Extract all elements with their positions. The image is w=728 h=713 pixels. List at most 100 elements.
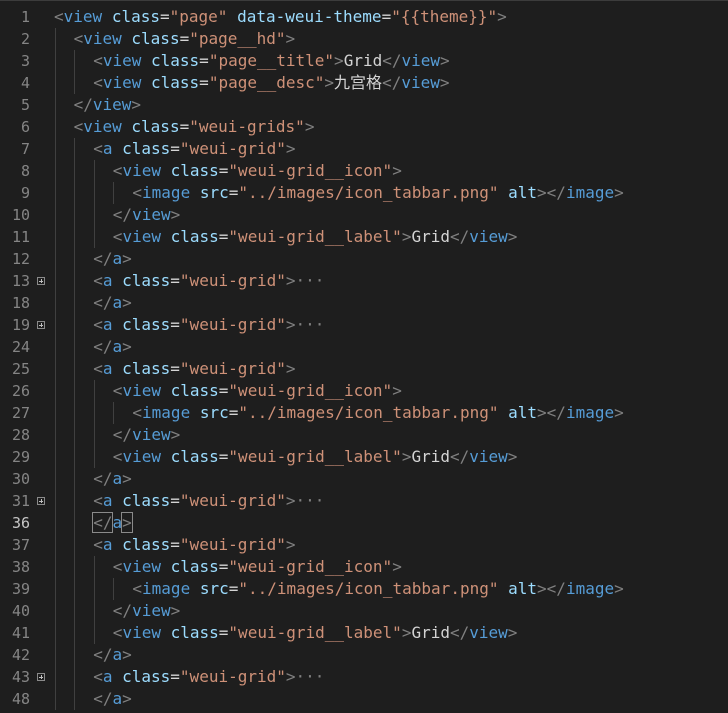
- syntax-punctuation: ></: [537, 183, 566, 202]
- syntax-punctuation: >: [497, 7, 507, 26]
- code-line[interactable]: 4 <view class="page__desc">九宫格</view>: [0, 72, 728, 94]
- syntax-punctuation: <: [132, 579, 143, 598]
- code-line[interactable]: 3 <view class="page__title">Grid</view>: [0, 50, 728, 72]
- code-line[interactable]: 42 </a>: [0, 644, 728, 666]
- text-content: =: [218, 623, 229, 642]
- code-line[interactable]: 6 <view class="weui-grids">: [0, 116, 728, 138]
- code-text[interactable]: <a class="weui-grid">···: [93, 270, 324, 292]
- code-text[interactable]: </a>: [93, 248, 132, 270]
- fold-expand-icon[interactable]: [37, 673, 45, 681]
- indent-guide: [54, 116, 56, 138]
- syntax-punctuation: <: [93, 315, 103, 334]
- code-text[interactable]: <image src="../images/icon_tabbar.png" a…: [132, 402, 623, 424]
- syntax-punctuation: </: [93, 249, 113, 268]
- attribute-name: data-weui-theme: [237, 7, 382, 26]
- code-text[interactable]: <a class="weui-grid">: [93, 358, 295, 380]
- code-text[interactable]: <view class="weui-grid__icon">: [113, 160, 402, 182]
- code-text[interactable]: <image src="../images/icon_tabbar.png" a…: [132, 182, 623, 204]
- code-text[interactable]: <view class="page__desc">九宫格</view>: [93, 72, 449, 94]
- code-line[interactable]: 48 </a>: [0, 688, 728, 710]
- code-text[interactable]: </a>: [93, 336, 132, 358]
- fold-expand-icon[interactable]: [37, 497, 45, 505]
- fold-expand-icon[interactable]: [37, 321, 45, 329]
- code-editor[interactable]: 1 <view class="page" data-weui-theme="{{t…: [0, 0, 728, 713]
- attribute-name: class: [122, 139, 171, 158]
- text-content: [112, 139, 122, 158]
- code-line[interactable]: 26 <view class="weui-grid__icon">: [0, 380, 728, 402]
- code-line[interactable]: 43 <a class="weui-grid">···: [0, 666, 728, 688]
- indent-guide: [54, 644, 56, 666]
- code-text[interactable]: <view class="weui-grid__label">Grid</vie…: [113, 622, 518, 644]
- code-line[interactable]: 27 <image src="../images/icon_tabbar.png"…: [0, 402, 728, 424]
- code-text[interactable]: </a>: [92, 512, 133, 534]
- code-line[interactable]: 40 </view>: [0, 600, 728, 622]
- indent-guide: [54, 314, 56, 336]
- syntax-punctuation: >: [285, 359, 296, 378]
- code-line[interactable]: 28 </view>: [0, 424, 728, 446]
- code-line[interactable]: 30 </a>: [0, 468, 728, 490]
- tag-name: view: [132, 601, 171, 620]
- code-line[interactable]: 1 <view class="page" data-weui-theme="{{t…: [0, 6, 728, 28]
- code-text[interactable]: </a>: [93, 644, 132, 666]
- code-line[interactable]: 11 <view class="weui-grid__label">Grid</v…: [0, 226, 728, 248]
- syntax-punctuation: </: [93, 337, 113, 356]
- code-text[interactable]: <view class="weui-grid__icon">: [113, 556, 402, 578]
- code-line[interactable]: 38 <view class="weui-grid__icon">: [0, 556, 728, 578]
- code-line[interactable]: 39 <image src="../images/icon_tabbar.png"…: [0, 578, 728, 600]
- code-text[interactable]: <a class="weui-grid">···: [93, 490, 324, 512]
- syntax-punctuation: >: [285, 271, 296, 290]
- tag-name: a: [112, 293, 123, 312]
- code-line[interactable]: 29 <view class="weui-grid__label">Grid</v…: [0, 446, 728, 468]
- bracket-match-highlight: >: [121, 512, 133, 533]
- code-text[interactable]: </a>: [93, 292, 132, 314]
- indent-guide: [54, 226, 56, 248]
- code-text[interactable]: <view class="weui-grids">: [74, 116, 315, 138]
- code-line[interactable]: 8 <view class="weui-grid__icon">: [0, 160, 728, 182]
- code-text[interactable]: <view class="weui-grid__icon">: [113, 380, 402, 402]
- indent-guide: [54, 534, 56, 556]
- tag-name: view: [92, 95, 132, 114]
- code-text[interactable]: <view class="page" data-weui-theme="{{th…: [54, 6, 507, 28]
- indent-guide: [54, 424, 56, 446]
- code-line[interactable]: 10 </view>: [0, 204, 728, 226]
- code-line[interactable]: 24 </a>: [0, 336, 728, 358]
- syntax-punctuation: <: [93, 491, 103, 510]
- fold-expand-icon[interactable]: [37, 277, 45, 285]
- code-text[interactable]: <view class="weui-grid__label">Grid</vie…: [113, 226, 518, 248]
- code-line[interactable]: 37 <a class="weui-grid">: [0, 534, 728, 556]
- code-text[interactable]: </view>: [113, 424, 180, 446]
- code-text[interactable]: <view class="weui-grid__label">Grid</vie…: [113, 446, 518, 468]
- code-line[interactable]: 13 <a class="weui-grid">···: [0, 270, 728, 292]
- text-content: [190, 403, 200, 422]
- syntax-punctuation: >: [122, 645, 132, 664]
- code-line[interactable]: 25 <a class="weui-grid">: [0, 358, 728, 380]
- code-line[interactable]: 31 <a class="weui-grid">···: [0, 490, 728, 512]
- code-line[interactable]: 9 <image src="../images/icon_tabbar.png" …: [0, 182, 728, 204]
- code-line[interactable]: 5 </view>: [0, 94, 728, 116]
- text-content: [498, 403, 508, 422]
- tag-name: a: [112, 645, 123, 664]
- code-line[interactable]: 41 <view class="weui-grid__label">Grid</v…: [0, 622, 728, 644]
- code-text[interactable]: <a class="weui-grid">···: [93, 666, 324, 688]
- code-text[interactable]: </view>: [113, 204, 180, 226]
- code-text[interactable]: <a class="weui-grid">: [93, 138, 295, 160]
- code-text[interactable]: <a class="weui-grid">···: [93, 314, 324, 336]
- code-text[interactable]: <image src="../images/icon_tabbar.png" a…: [132, 578, 623, 600]
- text-content: =: [179, 29, 190, 48]
- code-line[interactable]: 19 <a class="weui-grid">···: [0, 314, 728, 336]
- code-line[interactable]: 18 </a>: [0, 292, 728, 314]
- code-line[interactable]: 7 <a class="weui-grid">: [0, 138, 728, 160]
- indent-guide: [54, 512, 56, 534]
- code-line[interactable]: 2 <view class="page__hd">: [0, 28, 728, 50]
- code-text[interactable]: <view class="page__hd">: [74, 28, 296, 50]
- code-text[interactable]: </view>: [74, 94, 141, 116]
- attribute-name: class: [111, 7, 160, 26]
- line-number: 27: [11, 404, 30, 422]
- code-line[interactable]: 12 </a>: [0, 248, 728, 270]
- code-text[interactable]: </view>: [113, 600, 180, 622]
- code-text[interactable]: <a class="weui-grid">: [93, 534, 295, 556]
- code-line[interactable]: 36 </a>: [0, 512, 728, 534]
- code-text[interactable]: </a>: [93, 468, 132, 490]
- code-text[interactable]: <view class="page__title">Grid</view>: [93, 50, 449, 72]
- code-text[interactable]: </a>: [93, 688, 132, 710]
